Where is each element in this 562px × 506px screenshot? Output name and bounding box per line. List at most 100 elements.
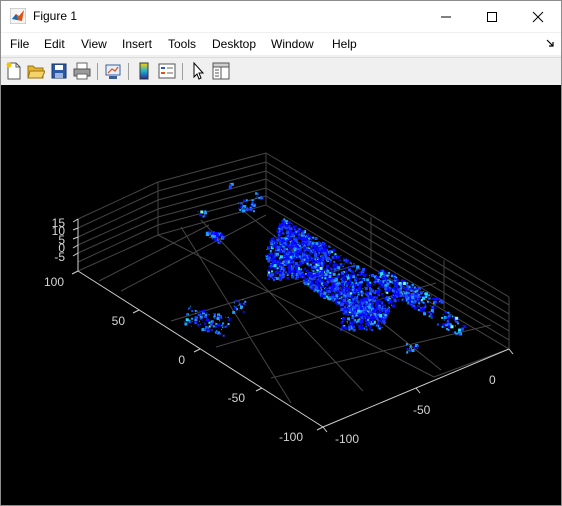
cloud-point bbox=[280, 223, 284, 227]
save-figure-icon[interactable] bbox=[50, 62, 68, 80]
cloud-point bbox=[249, 207, 253, 211]
window-title: Figure 1 bbox=[33, 9, 78, 23]
cloud-point bbox=[307, 260, 309, 262]
cloud-point bbox=[313, 259, 315, 261]
cloud-point bbox=[380, 284, 382, 286]
cloud-point bbox=[312, 251, 315, 254]
cloud-point bbox=[316, 257, 319, 259]
cloud-point bbox=[363, 308, 367, 312]
cloud-point bbox=[343, 298, 347, 302]
cloud-point bbox=[306, 233, 310, 237]
menu-file[interactable]: File bbox=[10, 37, 29, 51]
menu-view[interactable]: View bbox=[81, 37, 107, 51]
cloud-point bbox=[237, 304, 239, 306]
point-cloud-axes[interactable]: 15 10 5 0 -5 100 50 0 -50 -100 -100 -50 … bbox=[1, 85, 561, 505]
menu-desktop[interactable]: Desktop bbox=[212, 37, 256, 51]
cloud-point bbox=[371, 279, 373, 281]
cloud-point bbox=[361, 269, 362, 271]
property-inspector-icon[interactable] bbox=[212, 62, 230, 80]
cloud-point bbox=[276, 276, 278, 278]
cloud-point bbox=[369, 281, 372, 284]
cloud-point bbox=[271, 270, 273, 273]
cloud-point bbox=[287, 241, 288, 242]
cloud-point bbox=[300, 252, 302, 254]
cloud-point bbox=[239, 302, 242, 305]
cloud-point bbox=[370, 316, 372, 317]
cloud-point bbox=[315, 279, 318, 281]
cloud-point bbox=[293, 272, 297, 276]
cloud-point bbox=[273, 264, 277, 268]
cloud-point bbox=[199, 310, 202, 313]
cloud-point bbox=[322, 269, 324, 271]
cloud-point bbox=[188, 322, 190, 324]
cloud-point bbox=[399, 284, 402, 287]
maximize-button[interactable] bbox=[469, 1, 515, 32]
cloud-point bbox=[355, 276, 357, 278]
cloud-point bbox=[385, 273, 387, 274]
cloud-point bbox=[345, 270, 348, 273]
cloud-point bbox=[365, 290, 367, 292]
cloud-point bbox=[414, 290, 417, 293]
cloud-point bbox=[236, 308, 239, 311]
link-plot-icon[interactable] bbox=[104, 62, 122, 80]
cloud-point bbox=[320, 254, 323, 257]
cloud-point bbox=[412, 300, 416, 304]
menu-edit[interactable]: Edit bbox=[44, 37, 65, 51]
cloud-point bbox=[224, 325, 227, 328]
menu-window[interactable]: Window bbox=[271, 37, 314, 51]
cloud-point bbox=[277, 264, 278, 266]
cloud-point bbox=[234, 299, 237, 302]
cloud-point bbox=[379, 320, 381, 321]
cloud-point bbox=[386, 311, 390, 315]
menu-insert[interactable]: Insert bbox=[122, 37, 152, 51]
menu-help[interactable]: Help bbox=[332, 37, 357, 51]
cloud-point bbox=[412, 286, 413, 288]
cloud-point bbox=[345, 281, 347, 283]
cloud-point bbox=[355, 311, 357, 312]
cloud-point bbox=[396, 276, 397, 278]
cloud-point bbox=[280, 258, 283, 261]
cloud-point bbox=[300, 259, 304, 263]
cloud-point bbox=[258, 196, 261, 199]
minimize-button[interactable] bbox=[423, 1, 469, 32]
cloud-point bbox=[362, 313, 364, 315]
edit-plot-arrow-icon[interactable] bbox=[189, 62, 207, 80]
figure-canvas[interactable]: 15 10 5 0 -5 100 50 0 -50 -100 -100 -50 … bbox=[1, 85, 561, 505]
cloud-point bbox=[358, 317, 360, 319]
open-file-icon[interactable] bbox=[27, 62, 45, 80]
cloud-point bbox=[392, 294, 394, 296]
cloud-point bbox=[389, 307, 390, 309]
cloud-point bbox=[291, 246, 293, 248]
cloud-point bbox=[305, 267, 307, 269]
cloud-point bbox=[211, 237, 213, 239]
cloud-point bbox=[345, 282, 348, 285]
insert-colorbar-icon[interactable] bbox=[135, 62, 153, 80]
cloud-point bbox=[289, 230, 293, 234]
menu-tools[interactable]: Tools bbox=[168, 37, 196, 51]
cloud-point bbox=[283, 267, 285, 268]
print-figure-icon[interactable] bbox=[73, 62, 91, 80]
cloud-point bbox=[347, 306, 349, 308]
cloud-point bbox=[423, 312, 427, 316]
title-bar[interactable]: Figure 1 bbox=[1, 1, 561, 32]
cloud-point bbox=[292, 225, 295, 228]
cloud-point bbox=[388, 301, 391, 304]
cloud-point bbox=[284, 243, 286, 244]
close-button[interactable] bbox=[515, 1, 561, 32]
insert-legend-icon[interactable] bbox=[158, 62, 176, 80]
cloud-point bbox=[347, 322, 348, 324]
cloud-point bbox=[308, 273, 310, 276]
cloud-point bbox=[276, 242, 277, 244]
cloud-point bbox=[337, 259, 339, 261]
cloud-point bbox=[340, 298, 343, 301]
cloud-point bbox=[355, 300, 357, 303]
dock-arrow-icon[interactable] bbox=[545, 38, 555, 48]
cloud-point bbox=[332, 263, 335, 266]
cloud-point bbox=[318, 241, 321, 244]
cloud-point bbox=[377, 321, 380, 324]
cloud-point bbox=[411, 289, 413, 291]
cloud-point bbox=[311, 281, 314, 284]
cloud-point bbox=[217, 237, 218, 239]
cloud-point bbox=[458, 327, 460, 329]
new-figure-icon[interactable] bbox=[5, 62, 23, 80]
